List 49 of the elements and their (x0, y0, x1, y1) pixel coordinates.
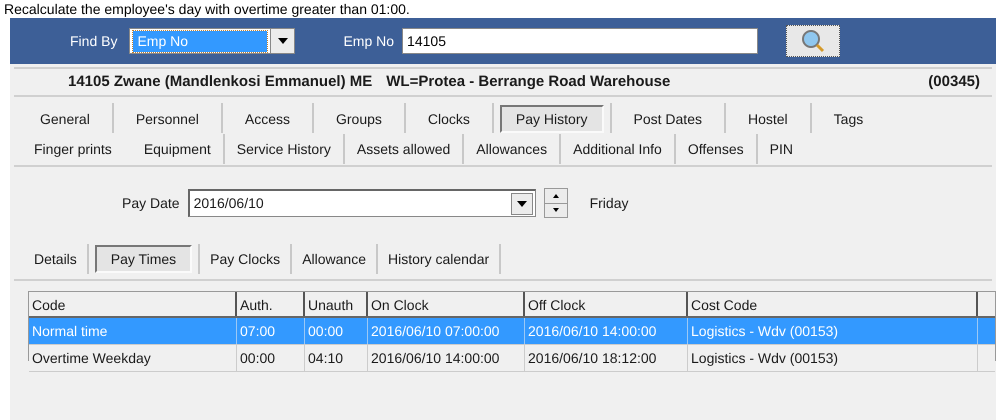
employee-name: 14105 Zwane (Mandlenkosi Emmanuel) ME (68, 72, 372, 92)
pay-date-dropdown[interactable]: 2016/06/10 (188, 189, 536, 217)
table-cell: 00:00 (237, 345, 305, 371)
table-cell: 07:00 (237, 318, 305, 344)
table-cell: 00:00 (305, 318, 368, 344)
weekday-label: Friday (590, 194, 628, 213)
table-cell: 2016/06/10 14:00:00 (525, 318, 688, 344)
date-spinner[interactable] (544, 188, 568, 218)
tab[interactable]: Groups (314, 105, 404, 133)
employee-code: (00345) (928, 72, 980, 92)
tab[interactable]: Personnel (114, 105, 221, 133)
emp-no-field[interactable]: 14105 (402, 28, 758, 54)
tab[interactable]: Equipment (132, 135, 223, 163)
tab[interactable]: Tags (812, 105, 886, 133)
tab[interactable]: Access (222, 105, 312, 133)
tab[interactable]: Allowance (292, 245, 376, 273)
tab[interactable]: General (18, 105, 112, 133)
tab[interactable]: Post Dates (612, 105, 724, 133)
tab[interactable]: Clocks (406, 105, 492, 133)
tab[interactable]: Pay History (500, 105, 604, 133)
caption-text: Recalculate the employee's day with overtime greater than 01:00. (3, 0, 411, 18)
tab[interactable]: PIN (758, 135, 805, 163)
tab[interactable]: Finger prints (22, 135, 124, 163)
work-location: WL=Protea - Berrange Road Warehouse (386, 72, 670, 92)
table-cell: 2016/06/10 18:12:00 (525, 345, 688, 371)
table-row[interactable]: Overtime Weekday 00:00 04:10 2016/06/10 14:00:00 2016/06/10 18:12:00 Logistics - Wdv (00153) (29, 345, 995, 372)
tab[interactable]: Additional Info (561, 135, 674, 163)
pay-date-label: Pay Date (122, 194, 180, 213)
tab[interactable]: Service History (224, 135, 343, 163)
tab[interactable]: History calendar (378, 245, 500, 273)
table-cell: Normal time (29, 318, 237, 344)
table-cell: 04:10 (305, 345, 368, 371)
tab[interactable]: Pay Clocks (200, 245, 290, 273)
find-by-label: Find By (70, 32, 118, 51)
search-button[interactable] (786, 25, 840, 57)
emp-no-label: Emp No (343, 32, 394, 51)
tab[interactable]: Hostel (726, 105, 810, 133)
table-cell: 2016/06/10 14:00:00 (368, 345, 525, 371)
table-cell: Overtime Weekday (29, 345, 237, 371)
table-cell: Logistics - Wdv (00153) (688, 345, 978, 371)
tab[interactable]: Pay Times (94, 245, 192, 273)
tab[interactable]: Offenses (676, 135, 756, 163)
tab[interactable]: Allowances (464, 135, 560, 163)
tab[interactable]: Details (24, 245, 87, 273)
table-cell: Logistics - Wdv (00153) (688, 318, 978, 344)
tab[interactable]: Assets allowed (344, 135, 462, 163)
search-icon (800, 29, 826, 53)
table-cell: 2016/06/10 07:00:00 (368, 318, 525, 344)
column-header[interactable]: Auth. (237, 292, 305, 316)
